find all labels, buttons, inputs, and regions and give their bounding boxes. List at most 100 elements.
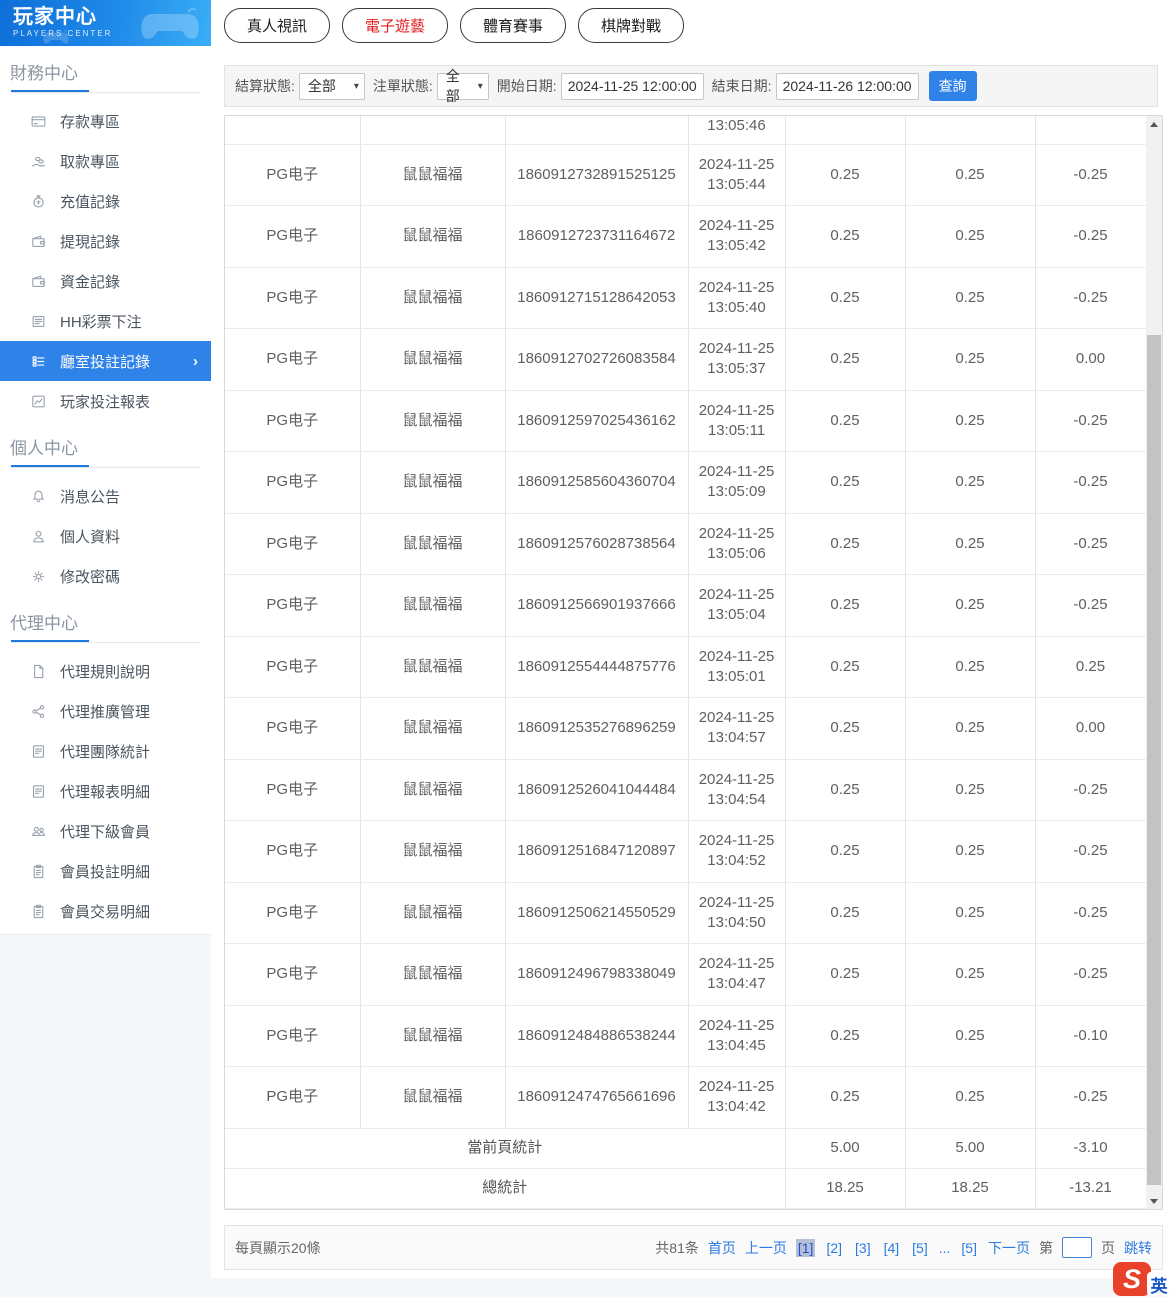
translate-badge[interactable]: S 英	[1113, 1262, 1171, 1296]
change-password-icon	[30, 568, 47, 585]
game-name-cell: 鼠鼠福福	[360, 944, 505, 1006]
sidebar-item[interactable]: 修改密碼	[0, 556, 211, 596]
win-loss-cell: -0.25	[1035, 759, 1146, 821]
table-cell	[360, 116, 505, 144]
sidebar-item[interactable]: 代理推廣管理	[0, 691, 211, 731]
start-date-input[interactable]	[561, 73, 704, 100]
table-row: PG电子鼠鼠福福18609125168471208972024-11-2513:…	[225, 821, 1146, 883]
valid-bet-cell: 0.25	[905, 390, 1035, 452]
sidebar-item[interactable]: HH彩票下注	[0, 301, 211, 341]
table-row: PG电子鼠鼠福福18609124967983380492024-11-2513:…	[225, 944, 1146, 1006]
sidebar-item[interactable]: 消息公告	[0, 476, 211, 516]
sidebar-item[interactable]: 代理下級會員	[0, 811, 211, 851]
page-number-link[interactable]: [1]	[796, 1239, 816, 1257]
page-number-link[interactable]: [4]	[882, 1239, 902, 1257]
valid-bet-cell: 0.25	[905, 329, 1035, 391]
bet-time-cell: 2024-11-2513:04:57	[688, 698, 785, 760]
table-row: PG电子鼠鼠福福18609124848865382442024-11-2513:…	[225, 1005, 1146, 1067]
sidebar-item[interactable]: 代理報表明細	[0, 771, 211, 811]
page-number-link[interactable]: [3]	[853, 1239, 873, 1257]
sidebar-item[interactable]: 玩家投注報表	[0, 381, 211, 421]
win-loss-cell: -0.25	[1035, 390, 1146, 452]
page-number-link[interactable]: [5]	[910, 1239, 930, 1257]
goto-page-input[interactable]	[1062, 1237, 1092, 1258]
section-underline	[11, 90, 200, 93]
page-number-link[interactable]: [5]	[959, 1239, 979, 1257]
sidebar-item-label: 取款專區	[60, 151, 120, 172]
bet-time-cell: 13:05:46	[688, 116, 785, 144]
sidebar-item[interactable]: 代理團隊統計	[0, 731, 211, 771]
end-date-input[interactable]	[776, 73, 919, 100]
scroll-up-arrow-icon[interactable]	[1146, 116, 1162, 132]
bet-records-table: 13:05:46PG电子鼠鼠福福18609127328915251252024-…	[225, 116, 1146, 1209]
summary-bet-cell: 5.00	[785, 1128, 905, 1168]
summary-win-loss-cell: -13.21	[1035, 1168, 1146, 1208]
category-tab[interactable]: 體育賽事	[460, 8, 566, 43]
sidebar-item[interactable]: 會員投註明細	[0, 851, 211, 891]
category-tab[interactable]: 電子遊藝	[342, 8, 448, 43]
order-id-cell: 1860912723731164672	[505, 206, 688, 268]
table-scrollbar[interactable]	[1146, 116, 1162, 1209]
game-name-cell: 鼠鼠福福	[360, 821, 505, 883]
sidebar-item[interactable]: 充值記錄	[0, 181, 211, 221]
table-row: PG电子鼠鼠福福18609125544448757762024-11-2513:…	[225, 636, 1146, 698]
agent-rules-icon	[30, 663, 47, 680]
page-number-link[interactable]: [2]	[824, 1239, 844, 1257]
scroll-down-arrow-icon[interactable]	[1146, 1193, 1162, 1209]
sidebar-item[interactable]: 個人資料	[0, 516, 211, 556]
goto-button[interactable]: 跳转	[1124, 1238, 1152, 1258]
chevron-down-icon: ▾	[354, 81, 359, 92]
first-page-link[interactable]: 首页	[708, 1238, 736, 1258]
sidebar-item[interactable]: 會員交易明細	[0, 891, 211, 931]
category-tab[interactable]: 棋牌對戰	[578, 8, 684, 43]
table-cell	[905, 116, 1035, 144]
win-loss-cell: -0.25	[1035, 267, 1146, 329]
win-loss-cell: -0.10	[1035, 1005, 1146, 1067]
sidebar-item-label: 代理推廣管理	[60, 701, 150, 722]
platform-cell: PG电子	[225, 329, 360, 391]
sidebar-item-label: 代理報表明細	[60, 781, 150, 802]
valid-bet-cell: 0.25	[905, 944, 1035, 1006]
table-row: PG电子鼠鼠福福18609127027260835842024-11-2513:…	[225, 329, 1146, 391]
summary-valid-bet-cell: 18.25	[905, 1168, 1035, 1208]
category-tab[interactable]: 真人視訊	[224, 8, 330, 43]
table-row: PG电子鼠鼠福福18609125352768962592024-11-2513:…	[225, 698, 1146, 760]
table-row: PG电子鼠鼠福福18609127328915251252024-11-2513:…	[225, 144, 1146, 206]
sidebar-item[interactable]: 資金記錄	[0, 261, 211, 301]
prev-page-link[interactable]: 上一页	[745, 1238, 787, 1258]
gamepad-icon	[137, 4, 203, 44]
order-status-select[interactable]: 全部▾	[437, 73, 489, 100]
scrollbar-thumb[interactable]	[1147, 335, 1161, 1185]
platform-cell: PG电子	[225, 944, 360, 1006]
game-name-cell: 鼠鼠福福	[360, 267, 505, 329]
game-name-cell: 鼠鼠福福	[360, 452, 505, 514]
game-name-cell: 鼠鼠福福	[360, 144, 505, 206]
platform-cell: PG电子	[225, 698, 360, 760]
translator-logo-icon[interactable]: S	[1113, 1262, 1151, 1296]
page-number-list: [1][2][3][4][5]...[5]	[796, 1239, 979, 1257]
bet-amount-cell: 0.25	[785, 882, 905, 944]
table-row-partial: 13:05:46	[225, 116, 1146, 144]
sidebar-item[interactable]: 提現記錄	[0, 221, 211, 261]
sidebar-item[interactable]: 代理規則說明	[0, 651, 211, 691]
total-count-text: 共81条	[655, 1238, 699, 1258]
sidebar-item[interactable]: 取款專區	[0, 141, 211, 181]
next-page-link[interactable]: 下一页	[988, 1238, 1030, 1258]
settle-status-select[interactable]: 全部▾	[299, 73, 365, 100]
sidebar-item[interactable]: 存款專區	[0, 101, 211, 141]
query-button[interactable]: 查詢	[929, 71, 977, 101]
platform-cell: PG电子	[225, 513, 360, 575]
platform-cell: PG电子	[225, 575, 360, 637]
withdraw-icon	[30, 153, 47, 170]
valid-bet-cell: 0.25	[905, 206, 1035, 268]
order-id-cell: 1860912585604360704	[505, 452, 688, 514]
agent-team-stats-icon	[30, 743, 47, 760]
game-name-cell: 鼠鼠福福	[360, 206, 505, 268]
sidebar-item-label: 個人資料	[60, 526, 120, 547]
valid-bet-cell: 0.25	[905, 698, 1035, 760]
bet-time-cell: 2024-11-2513:04:54	[688, 759, 785, 821]
win-loss-cell: 0.00	[1035, 329, 1146, 391]
translate-language-label[interactable]: 英	[1147, 1272, 1171, 1296]
order-id-cell: 1860912732891525125	[505, 144, 688, 206]
sidebar-item[interactable]: 廳室投註記錄›	[0, 341, 211, 381]
